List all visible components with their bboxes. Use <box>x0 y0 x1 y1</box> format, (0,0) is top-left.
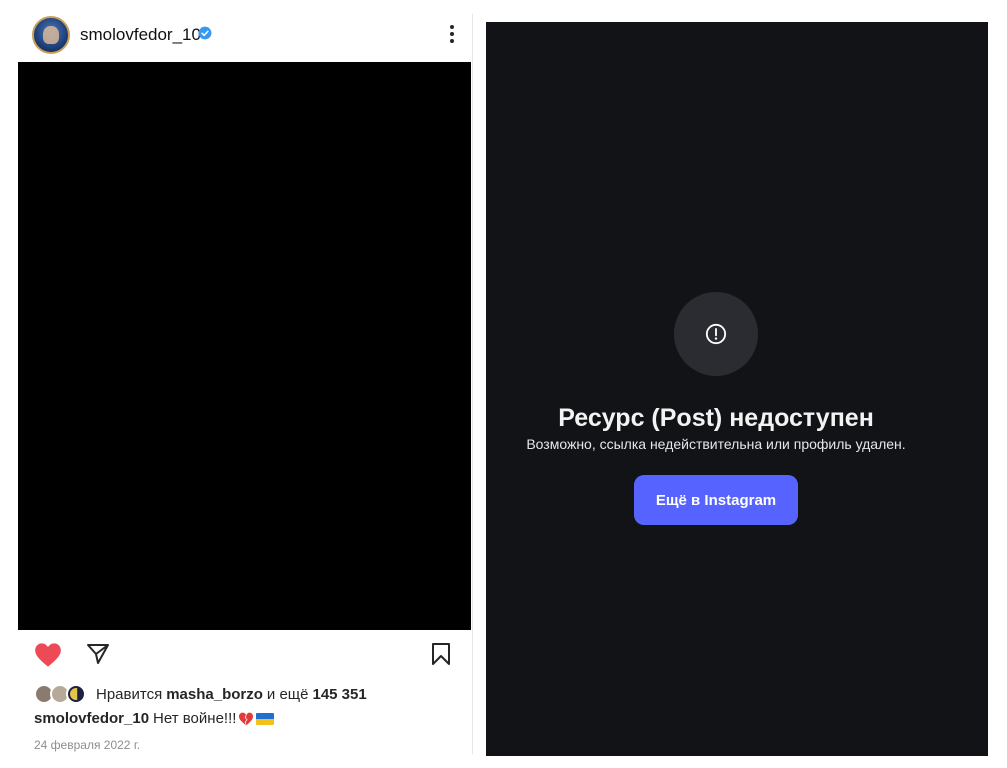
likes-middle: и ещё <box>266 685 309 703</box>
likes-user[interactable]: masha_borzo <box>166 686 263 703</box>
send-icon[interactable] <box>86 642 110 666</box>
post-username[interactable]: smolovfedor_10 <box>80 25 201 45</box>
caption-text: Нет войне!!! <box>153 710 237 727</box>
post-header: smolovfedor_10 <box>18 14 471 56</box>
verified-icon <box>198 26 212 40</box>
likes-row: Нравится masha_borzo и ещё 145 351 <box>34 683 367 705</box>
likes-count[interactable]: 145 351 <box>312 686 366 703</box>
error-panel: Ресурс (Post) недоступен Возможно, ссылк… <box>486 22 988 756</box>
alert-circle-icon <box>705 323 727 345</box>
post-date: 24 февраля 2022 г. <box>34 738 141 752</box>
caption-username[interactable]: smolovfedor_10 <box>34 710 149 727</box>
ukraine-flag-icon <box>256 712 275 725</box>
error-description: Возможно, ссылка недействительна или про… <box>526 436 906 452</box>
liker-avatars <box>34 684 92 704</box>
heart-icon[interactable] <box>34 642 62 668</box>
post-panel: smolovfedor_10 Нравится masha_borzo и ещ… <box>18 0 471 768</box>
avatar-figure <box>43 26 59 44</box>
post-actions <box>18 640 471 672</box>
panel-divider <box>472 14 473 754</box>
post-media[interactable] <box>18 62 471 630</box>
avatar[interactable] <box>32 16 70 54</box>
error-badge <box>674 292 758 376</box>
error-title: Ресурс (Post) недоступен <box>558 404 874 432</box>
more-icon[interactable] <box>449 24 455 44</box>
liker-avatar <box>66 684 86 704</box>
likes-prefix: Нравится <box>96 685 163 703</box>
broken-heart-icon <box>239 712 254 725</box>
bookmark-icon[interactable] <box>431 642 451 666</box>
more-in-instagram-button[interactable]: Ещё в Instagram <box>634 475 798 525</box>
caption-row: smolovfedor_10 Нет войне!!! <box>34 710 275 727</box>
